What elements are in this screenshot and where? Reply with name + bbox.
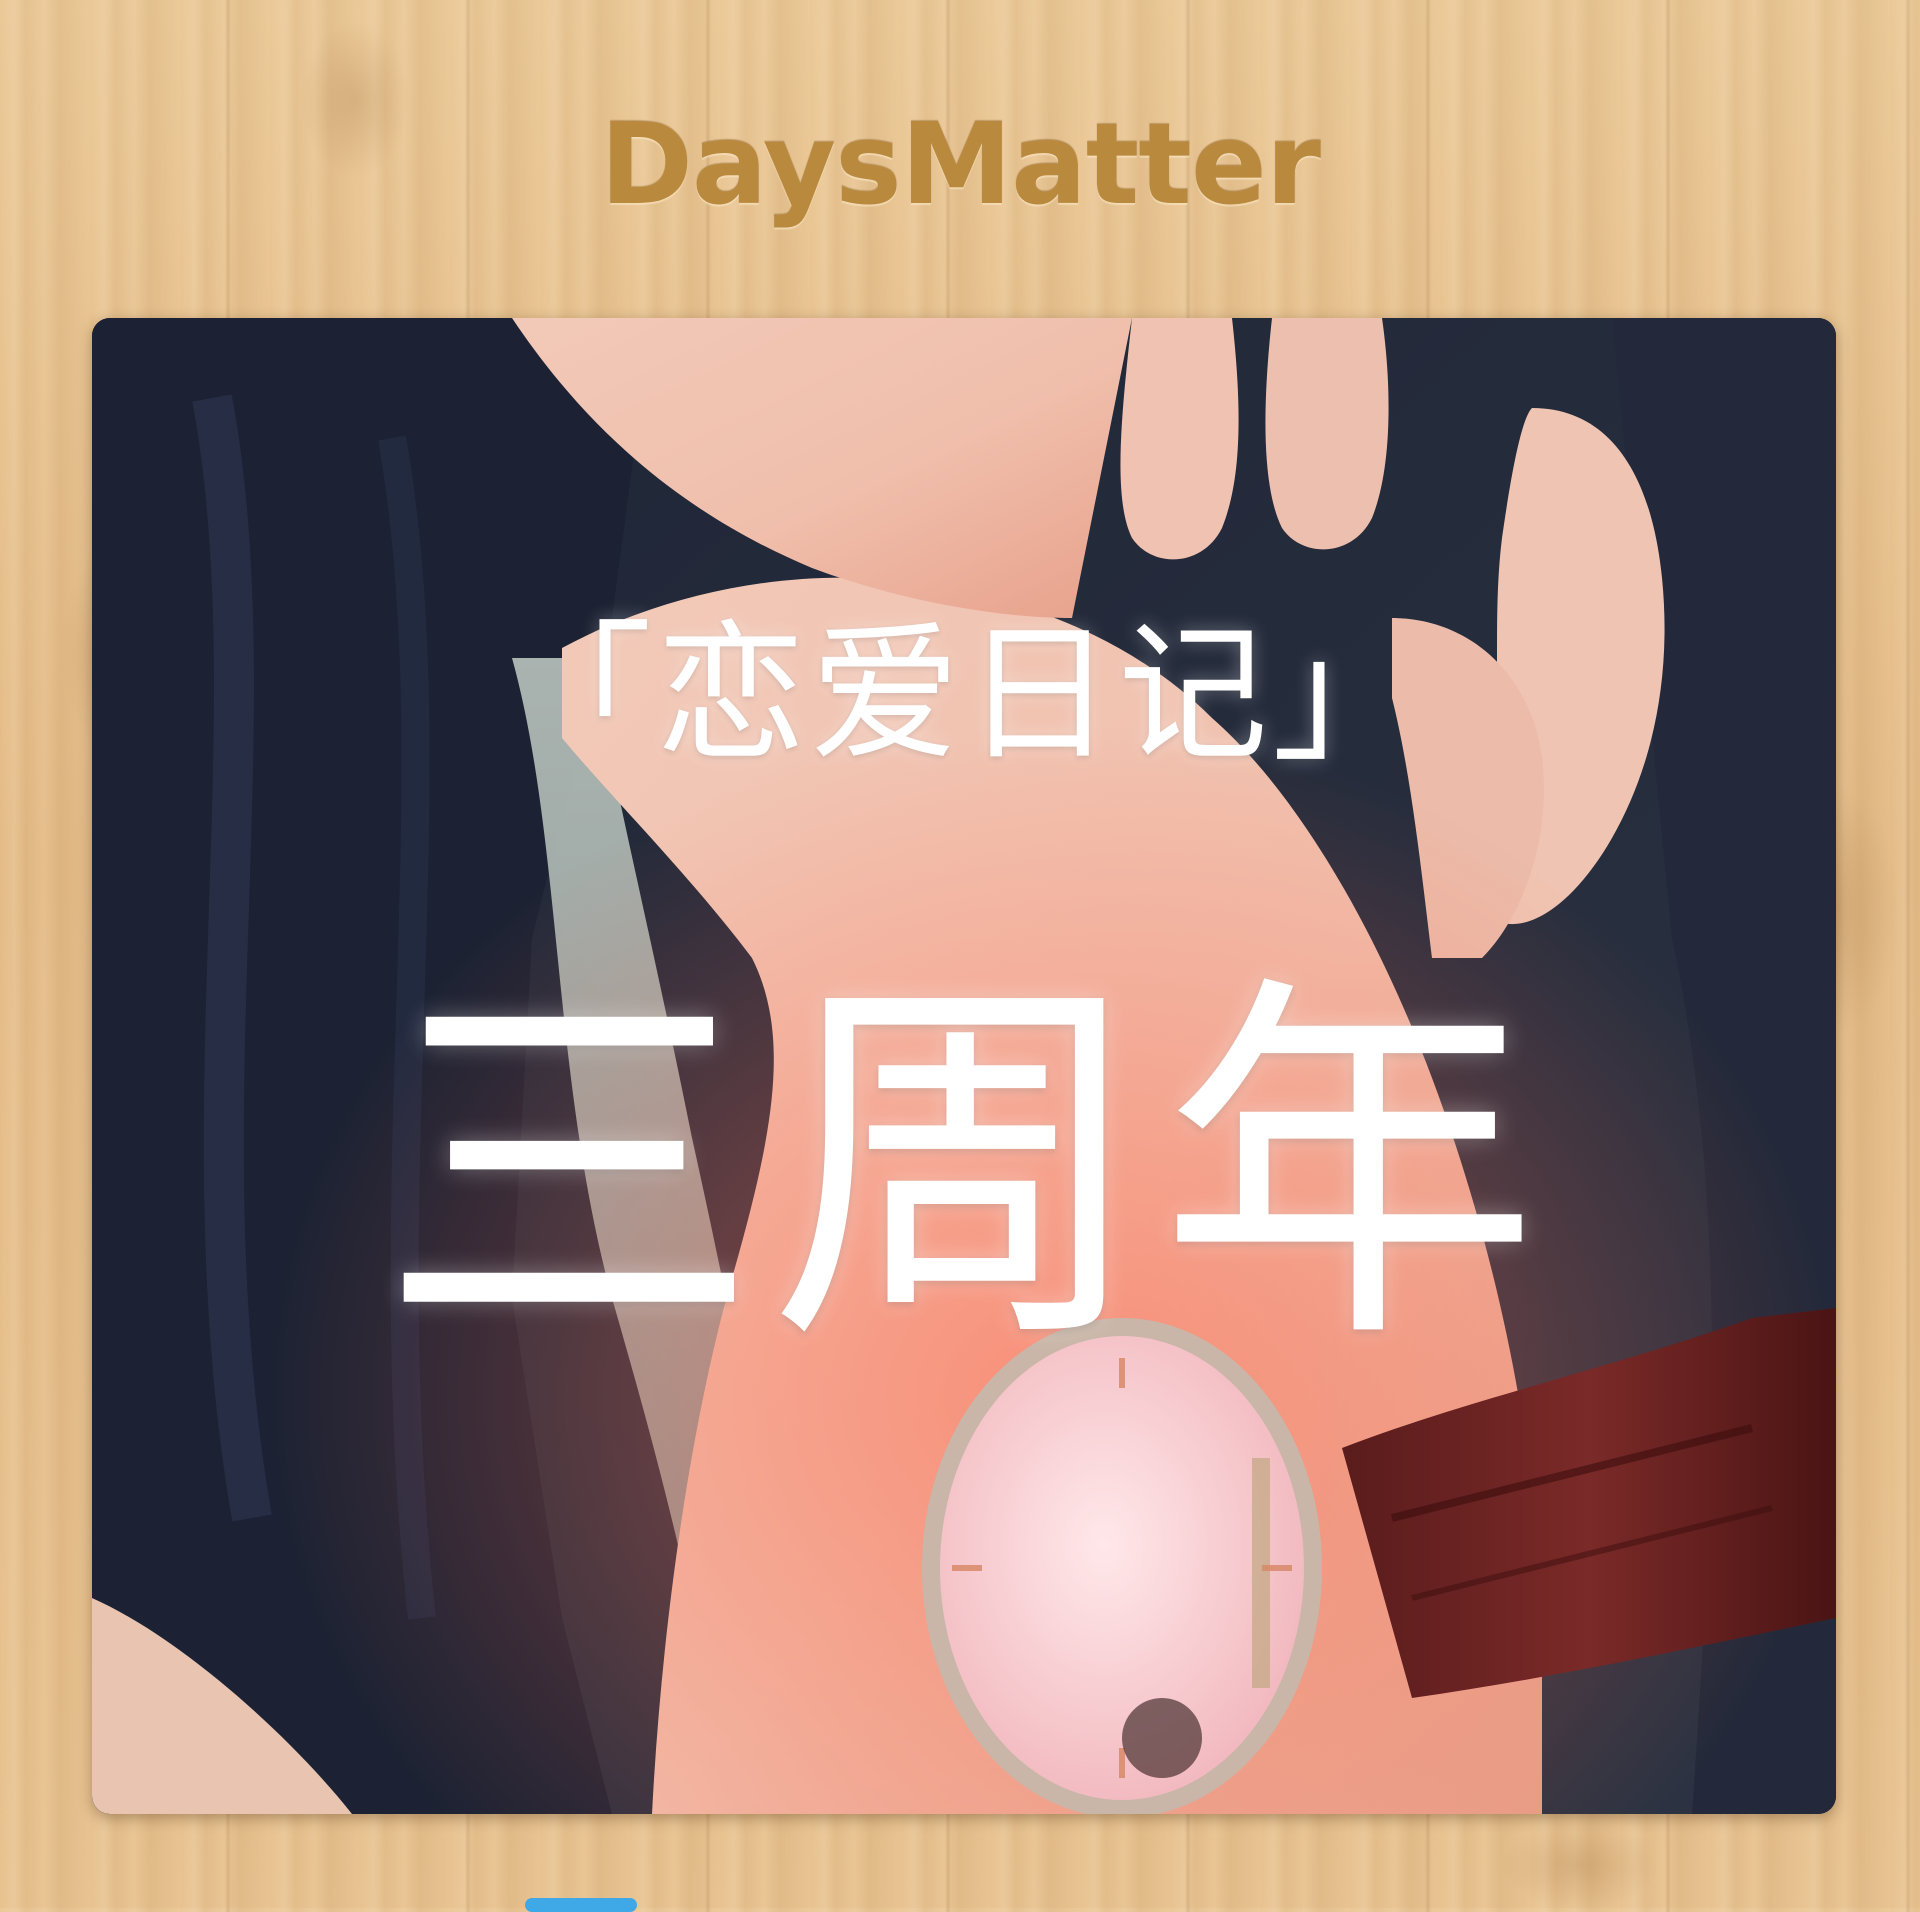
wood-knot bbox=[1500, 1820, 1660, 1910]
page-indicator bbox=[525, 1898, 637, 1912]
card-headline: 三周年 bbox=[379, 946, 1549, 1389]
anniversary-card[interactable]: 「恋爱日记」 三周年 bbox=[92, 318, 1836, 1814]
card-subtitle: 「恋爱日记」 bbox=[501, 608, 1426, 782]
app-title: DaysMatter bbox=[599, 100, 1321, 230]
